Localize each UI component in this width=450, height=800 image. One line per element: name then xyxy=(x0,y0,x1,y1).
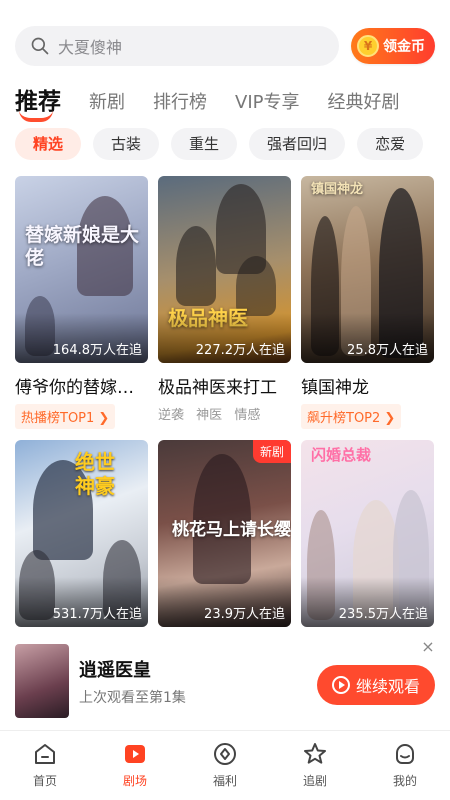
play-icon xyxy=(331,676,350,694)
poster-title: 镇国神龙 xyxy=(311,182,364,197)
views-count: 227.2万人在追 xyxy=(195,343,285,358)
poster-figure xyxy=(193,454,251,584)
nav-label: 福利 xyxy=(212,774,237,788)
tab-ranking[interactable]: 排行榜 xyxy=(153,88,207,120)
category-tabs: 推荐 新剧 排行榜 VIP专享 经典好剧 xyxy=(15,82,450,122)
continue-title: 逍遥医皇 xyxy=(79,659,151,681)
drama-card[interactable]: 替嫁新娘是大佬 164.8万人在追 傅爷你的替嫁… 热播榜TOP1 ❯ xyxy=(15,176,148,429)
continue-info: 逍遥医皇 上次观看至第1集 xyxy=(79,656,317,707)
close-icon[interactable]: × xyxy=(421,639,435,655)
genre-chips: 精选 古装 重生 强者回归 恋爱 xyxy=(15,128,450,162)
tab-classic[interactable]: 经典好剧 xyxy=(327,88,399,120)
chip-costume[interactable]: 古装 xyxy=(93,128,160,160)
views-count: 25.8万人在追 xyxy=(347,343,428,358)
rank-tag[interactable]: 热播榜TOP1 ❯ xyxy=(15,404,116,429)
drama-card[interactable]: 极品神医 227.2万人在追 极品神医来打工 逆袭 神医 情感 xyxy=(158,176,291,423)
drama-title: 镇国神龙 xyxy=(301,378,369,398)
continue-watching-button[interactable]: 继续观看 xyxy=(317,665,435,705)
drama-poster[interactable]: 闪婚总裁 235.5万人在追 xyxy=(301,440,434,627)
nav-theater[interactable]: 剧场 xyxy=(90,731,180,800)
views-count: 164.8万人在追 xyxy=(52,343,142,358)
nav-welfare[interactable]: 福利 xyxy=(180,731,270,800)
chip-romance[interactable]: 恋爱 xyxy=(357,128,424,160)
rank-tag[interactable]: 飙升榜TOP2 ❯ xyxy=(301,404,402,429)
drama-card[interactable]: 闪婚总裁 235.5万人在追 xyxy=(301,440,434,627)
continue-button-label: 继续观看 xyxy=(355,677,420,696)
poster-figure xyxy=(176,226,216,306)
poster-title: 闪婚总裁 xyxy=(311,446,372,464)
drama-poster[interactable]: 替嫁新娘是大佬 164.8万人在追 xyxy=(15,176,148,363)
views-count: 23.9万人在追 xyxy=(204,607,285,622)
drama-poster[interactable]: 桃花马上请长缨 新剧 23.9万人在追 xyxy=(158,440,291,627)
nav-label: 首页 xyxy=(32,774,57,788)
claim-coins-label: 领金币 xyxy=(383,39,425,55)
theater-icon xyxy=(125,745,145,763)
nav-home[interactable]: 首页 xyxy=(0,731,90,800)
continue-thumbnail[interactable] xyxy=(15,644,69,718)
tab-new[interactable]: 新剧 xyxy=(89,88,125,120)
chip-featured[interactable]: 精选 xyxy=(15,128,82,160)
coin-icon: ¥ xyxy=(357,35,379,57)
search-icon xyxy=(31,37,49,55)
drama-card[interactable]: 绝世神豪 531.7万人在追 xyxy=(15,440,148,627)
drama-title: 傅爷你的替嫁… xyxy=(15,378,134,398)
chip-rebirth[interactable]: 重生 xyxy=(171,128,238,160)
poster-title: 桃花马上请长缨 xyxy=(172,520,291,540)
bottom-nav: 首页 剧场 福利 追剧 我的 xyxy=(0,730,450,800)
home-icon xyxy=(35,744,55,764)
drama-title: 极品神医来打工 xyxy=(158,378,277,398)
gift-icon xyxy=(214,743,236,765)
nav-follow[interactable]: 追剧 xyxy=(270,731,360,800)
tag: 情感 xyxy=(234,408,261,423)
drama-card[interactable]: 镇国神龙 25.8万人在追 镇国神龙 飙升榜TOP2 ❯ xyxy=(301,176,434,429)
drama-card[interactable]: 桃花马上请长缨 新剧 23.9万人在追 xyxy=(158,440,291,627)
tag: 逆袭 xyxy=(158,408,185,423)
poster-title: 替嫁新娘是大佬 xyxy=(25,224,140,269)
continue-progress: 上次观看至第1集 xyxy=(79,689,186,706)
nav-label: 追剧 xyxy=(302,774,327,788)
top-bar: 大夏傻神 ¥ 领金币 xyxy=(15,26,435,66)
star-icon xyxy=(304,743,326,764)
tab-recommend[interactable]: 推荐 xyxy=(15,82,61,122)
nav-profile[interactable]: 我的 xyxy=(360,731,450,800)
new-badge: 新剧 xyxy=(252,440,291,463)
search-placeholder: 大夏傻神 xyxy=(58,38,123,57)
tab-vip[interactable]: VIP专享 xyxy=(235,88,299,120)
nav-label: 剧场 xyxy=(122,774,147,788)
drama-poster[interactable]: 极品神医 227.2万人在追 xyxy=(158,176,291,363)
search-bar[interactable]: 大夏傻神 xyxy=(15,26,339,66)
drama-poster[interactable]: 绝世神豪 531.7万人在追 xyxy=(15,440,148,627)
drama-tags: 逆袭 神医 情感 xyxy=(158,404,291,423)
views-count: 235.5万人在追 xyxy=(338,607,428,622)
chip-strong-return[interactable]: 强者回归 xyxy=(249,128,346,160)
tag: 神医 xyxy=(196,408,223,423)
claim-coins-button[interactable]: ¥ 领金币 xyxy=(351,28,435,64)
nav-label: 我的 xyxy=(392,774,417,788)
drama-poster[interactable]: 镇国神龙 25.8万人在追 xyxy=(301,176,434,363)
profile-icon xyxy=(396,744,414,764)
poster-title: 绝世神豪 xyxy=(75,450,115,498)
views-count: 531.7万人在追 xyxy=(52,607,142,622)
continue-watching-bar[interactable]: 逍遥医皇 上次观看至第1集 继续观看 × xyxy=(15,639,435,720)
